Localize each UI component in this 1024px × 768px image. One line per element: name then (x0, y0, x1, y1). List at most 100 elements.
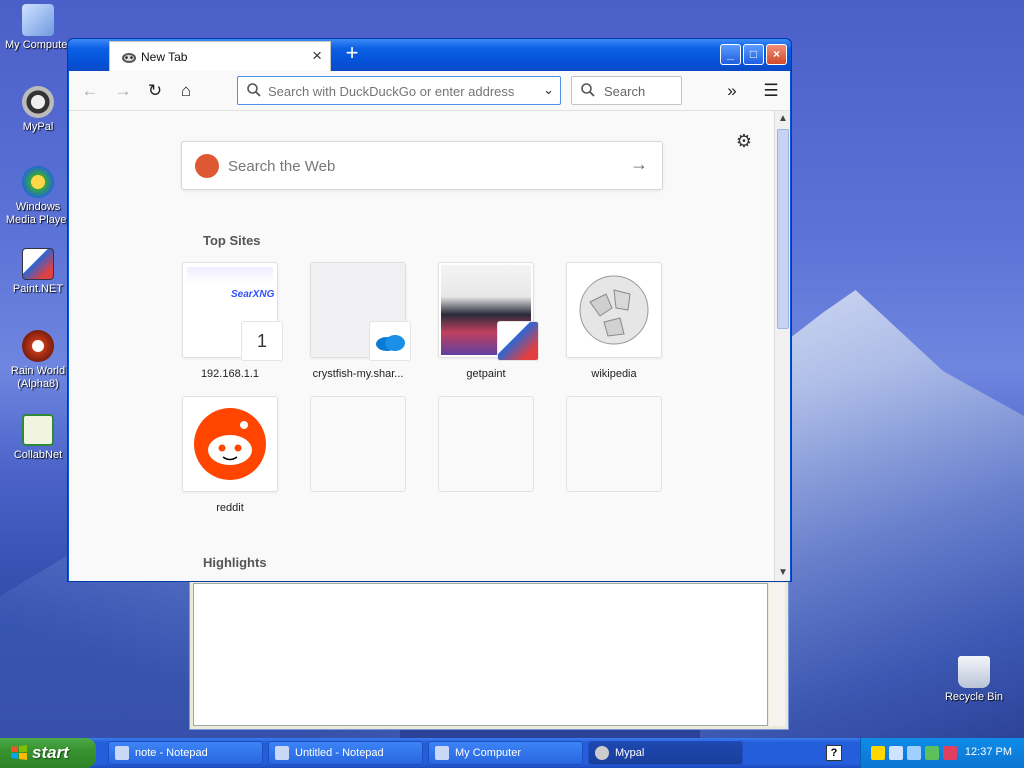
system-tray: 12:37 PM (860, 738, 1024, 768)
start-button[interactable]: start (0, 738, 96, 768)
notepad-icon (115, 746, 129, 760)
arrow-right-icon[interactable]: → (630, 154, 648, 175)
new-tab-page: ⚙ Search the Web → Top Sites SearXNG 1 1… (69, 111, 790, 581)
desktop-icon-label: My Computer (4, 39, 72, 51)
top-site-tile-reddit[interactable] (182, 396, 278, 492)
top-site-tile-onedrive[interactable] (310, 262, 411, 361)
top-site-tile-wikipedia[interactable] (566, 262, 662, 358)
top-site-label: crystfish-my.shar... (312, 368, 404, 380)
update-icon[interactable] (925, 746, 939, 760)
reload-button[interactable]: ↻ (142, 78, 168, 104)
top-site-tile-getpaint[interactable] (438, 262, 539, 361)
windows-flag-icon (11, 745, 27, 760)
page-scrollbar[interactable]: ▲ ▼ (774, 111, 790, 581)
scroll-up-icon[interactable]: ▲ (775, 111, 791, 127)
top-site-label: reddit (216, 502, 244, 514)
search-bar-placeholder: Search (604, 84, 646, 99)
gear-icon[interactable]: ⚙ (736, 131, 752, 152)
recycle-bin-icon (958, 656, 990, 688)
tab-close-icon[interactable]: × (312, 46, 322, 66)
security-shield-icon[interactable] (871, 746, 885, 760)
taskbar-item-label: Mypal (615, 747, 645, 759)
notepad-window (189, 578, 789, 730)
desktop-icon-label: Paint.NET (12, 283, 64, 295)
notepad-icon (275, 746, 289, 760)
tab-title: New Tab (141, 50, 188, 64)
antivirus-icon[interactable] (943, 746, 957, 760)
desktop-icon-rain-world[interactable]: Rain World (Alpha8) (0, 330, 76, 391)
web-search-box[interactable]: Search the Web → (181, 141, 663, 190)
top-site-label: getpaint (466, 368, 506, 380)
web-search-placeholder: Search the Web (228, 158, 336, 175)
raccoon-favicon-icon (122, 53, 136, 63)
top-site-label: wikipedia (591, 368, 637, 380)
taskbar-item-label: note - Notepad (135, 747, 208, 759)
menu-button[interactable]: ☰ (758, 78, 784, 104)
duckduckgo-icon (195, 154, 219, 178)
search-icon (247, 83, 261, 97)
media-player-icon (22, 166, 54, 198)
desktop-icon-label: Rain World (Alpha8) (10, 365, 66, 390)
computer-icon (22, 4, 54, 36)
minimize-button[interactable]: _ (720, 44, 741, 65)
top-sites-title: Top Sites (203, 233, 261, 248)
search-bar[interactable]: Search (571, 76, 682, 105)
taskbar: start note - Notepad Untitled - Notepad … (0, 738, 1024, 768)
browser-window: New Tab × + _ □ × ← → ↻ ⌂ ⌄ Search » (67, 38, 792, 582)
collabnet-icon (22, 414, 54, 446)
raccoon-icon (22, 86, 54, 118)
top-site-tile-empty[interactable] (310, 396, 406, 492)
forward-button[interactable]: → (110, 78, 136, 104)
desktop-icon-mypal[interactable]: MyPal (0, 86, 76, 134)
taskbar-item-untitled-notepad[interactable]: Untitled - Notepad (268, 741, 423, 765)
close-button[interactable]: × (766, 44, 787, 65)
scroll-down-icon[interactable]: ▼ (775, 565, 791, 581)
taskbar-item-note-notepad[interactable]: note - Notepad (108, 741, 263, 765)
onedrive-badge (369, 321, 411, 361)
desktop-icon-collabnet[interactable]: CollabNet (0, 414, 76, 462)
wikipedia-globe-icon (579, 275, 649, 345)
tab-new-tab[interactable]: New Tab × (109, 41, 331, 71)
taskbar-item-my-computer[interactable]: My Computer (428, 741, 583, 765)
tile-badge: 1 (241, 321, 283, 361)
desktop-icon-label: MyPal (22, 121, 54, 133)
start-label: start (32, 743, 69, 762)
highlights-title: Highlights (203, 555, 267, 570)
address-input[interactable] (268, 81, 528, 101)
searxng-logo: SearXNG (231, 289, 275, 300)
network-icon[interactable] (889, 746, 903, 760)
top-site-tile-192-168-1-1[interactable]: SearXNG 1 (182, 262, 283, 361)
scrollbar-thumb[interactable] (777, 129, 789, 329)
help-icon[interactable]: ? (826, 745, 842, 761)
desktop-icon-label: Recycle Bin (944, 691, 1004, 703)
chevron-down-icon[interactable]: ⌄ (543, 82, 554, 98)
taskbar-item-mypal[interactable]: Mypal (588, 741, 743, 765)
desktop-icon-recycle-bin[interactable]: Recycle Bin (936, 656, 1012, 704)
notepad-scrollbar[interactable] (769, 583, 785, 726)
back-button[interactable]: ← (77, 78, 103, 104)
new-tab-button[interactable]: + (340, 41, 364, 65)
desktop-icon-paint-net[interactable]: Paint.NET (0, 248, 76, 296)
home-button[interactable]: ⌂ (173, 78, 199, 104)
search-icon (581, 83, 595, 97)
address-bar[interactable]: ⌄ (237, 76, 561, 105)
top-site-tile-empty[interactable] (438, 396, 534, 492)
overflow-button[interactable]: » (719, 78, 745, 104)
taskbar-item-label: My Computer (455, 747, 522, 759)
paint-icon (22, 248, 54, 280)
desktop-icon-label: Windows Media Player (5, 201, 71, 226)
navigation-toolbar: ← → ↻ ⌂ ⌄ Search » ☰ (69, 71, 790, 111)
reddit-icon (194, 408, 266, 480)
raccoon-icon (595, 746, 609, 760)
desktop-icon-my-computer[interactable]: My Computer (0, 4, 76, 52)
display-icon[interactable] (907, 746, 921, 760)
desktop-icon-label: CollabNet (13, 449, 63, 461)
title-bar[interactable]: New Tab × + _ □ × (68, 39, 791, 71)
desktop-icon-windows-media-player[interactable]: Windows Media Player (0, 166, 76, 227)
notepad-text-area[interactable] (193, 583, 768, 726)
top-site-tile-empty[interactable] (566, 396, 662, 492)
maximize-button[interactable]: □ (743, 44, 764, 65)
rain-world-icon (22, 330, 54, 362)
computer-icon (435, 746, 449, 760)
top-site-label: 192.168.1.1 (200, 368, 260, 380)
